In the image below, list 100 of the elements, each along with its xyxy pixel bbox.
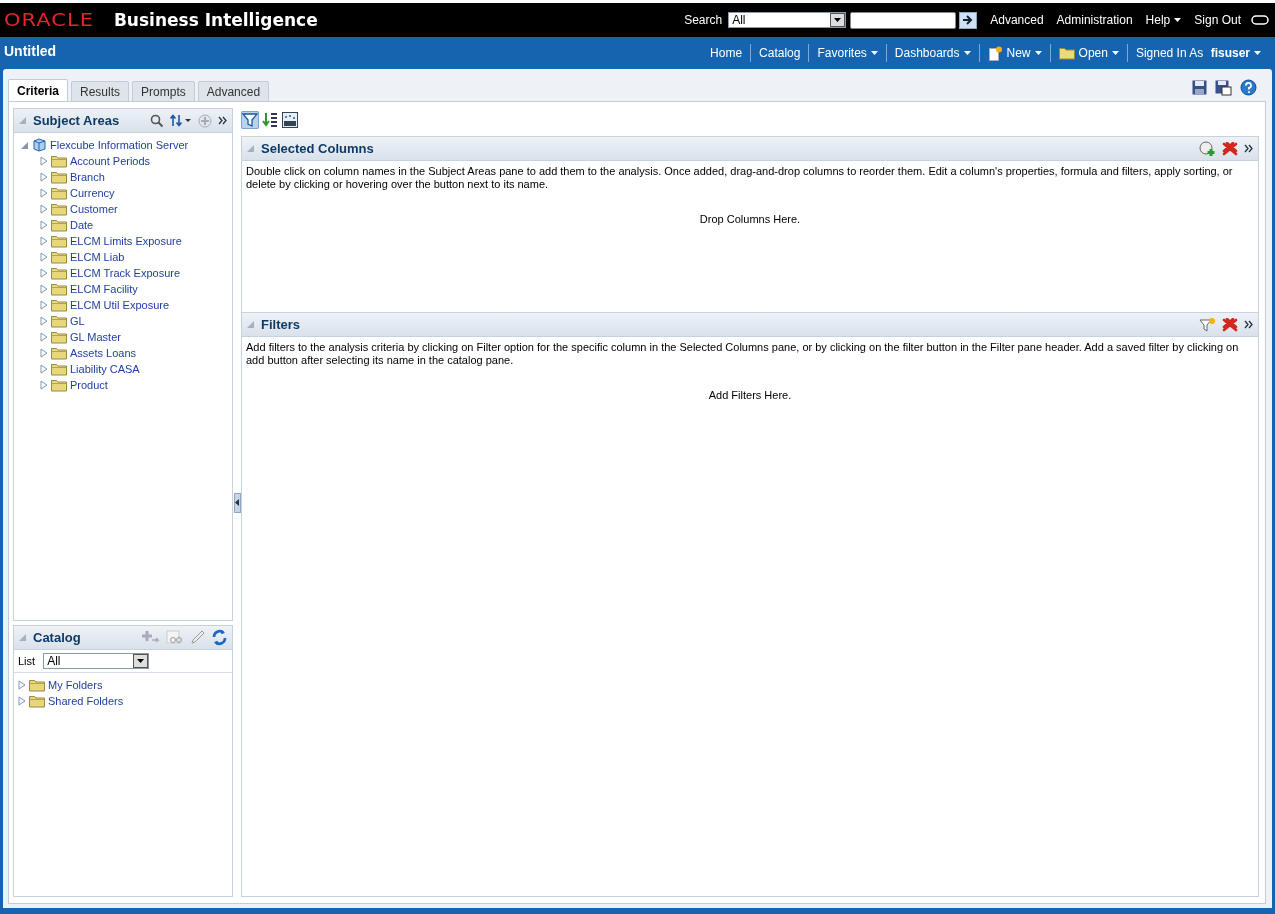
expand-triangle-icon[interactable] <box>40 252 48 262</box>
pane-title: Subject Areas <box>33 113 120 128</box>
collapse-triangle-icon[interactable] <box>18 116 27 125</box>
sort-icon <box>262 112 278 128</box>
sort-arrows-icon[interactable] <box>170 114 192 127</box>
expand-triangle-icon[interactable] <box>40 300 48 310</box>
caret-icon <box>963 51 971 55</box>
expand-triangle-icon[interactable] <box>40 236 48 246</box>
toolbar-toggle[interactable] <box>281 111 299 129</box>
collapse-triangle-icon[interactable] <box>20 140 29 150</box>
tree-item[interactable]: Account Periods <box>70 155 151 167</box>
toolbar-toggle[interactable] <box>241 111 259 129</box>
add-filter-icon[interactable] <box>1199 316 1216 333</box>
tree-item[interactable]: GL <box>70 315 85 327</box>
expand-chevron-icon[interactable] <box>1244 144 1254 153</box>
drop-zone-hint: Add Filters Here. <box>707 389 793 401</box>
nav-link[interactable]: Favorites <box>808 44 886 62</box>
add-to-criteria-icon[interactable] <box>142 630 160 645</box>
add-icon[interactable] <box>198 113 212 128</box>
tree-item[interactable]: Product <box>70 379 108 391</box>
tree-item[interactable]: My Folders <box>48 679 103 691</box>
search-icon[interactable] <box>150 113 164 128</box>
folder-icon <box>29 694 45 708</box>
tab[interactable]: Criteria <box>8 79 69 102</box>
delete-icon[interactable] <box>1222 141 1238 156</box>
tree-item[interactable]: Branch <box>70 171 105 183</box>
pencil-icon[interactable] <box>190 630 205 645</box>
expand-triangle-icon[interactable] <box>40 220 48 230</box>
tree-item[interactable]: ELCM Track Exposure <box>70 267 181 279</box>
expand-triangle-icon[interactable] <box>40 156 48 166</box>
user-menu[interactable]: Signed In As fisuser <box>1126 44 1269 62</box>
expand-triangle-icon[interactable] <box>40 380 48 390</box>
search-field[interactable] <box>850 11 957 29</box>
expand-triangle-icon[interactable] <box>40 268 48 278</box>
folder-icon <box>51 170 67 184</box>
save-icon[interactable] <box>1191 79 1208 96</box>
pane-description: Add filters to the analysis criteria by clicking on Filter option for the specific column in the Selected Columns pane, or by clicking on the filter button in the Filter pane header. Add a saved filter by clicking on add button after selecting its name in the catalog pane. <box>246 341 1240 367</box>
search-go-button[interactable] <box>959 11 978 29</box>
folder-icon <box>51 202 67 216</box>
nav-link[interactable]: New <box>978 44 1050 62</box>
folder-icon <box>51 362 67 376</box>
tree-item[interactable]: Flexcube Information Server <box>50 139 189 151</box>
expand-triangle-icon[interactable] <box>40 172 48 182</box>
tab[interactable]: Results <box>71 81 130 102</box>
help-icon[interactable] <box>1239 78 1258 97</box>
folder-icon <box>51 250 67 264</box>
expand-triangle-icon[interactable] <box>40 348 48 358</box>
expand-triangle-icon[interactable] <box>18 680 26 690</box>
collapse-triangle-icon[interactable] <box>18 633 27 642</box>
folder-icon <box>51 154 67 168</box>
tab[interactable]: Advanced <box>197 81 270 102</box>
expand-triangle-icon[interactable] <box>40 284 48 294</box>
list-dropdown[interactable]: All <box>43 653 150 669</box>
folder-icon <box>51 186 67 200</box>
refresh-icon[interactable] <box>211 629 228 646</box>
expand-chevron-icon[interactable] <box>218 116 228 125</box>
tree-item[interactable]: Assets Loans <box>70 347 137 359</box>
expand-triangle-icon[interactable] <box>40 204 48 214</box>
folder-icon <box>51 298 67 312</box>
tree-item[interactable]: Customer <box>70 203 118 215</box>
expand-triangle-icon[interactable] <box>40 332 48 342</box>
delete-icon[interactable] <box>1222 317 1238 332</box>
header-link[interactable]: Advanced <box>990 13 1044 27</box>
collapse-triangle-icon[interactable] <box>246 320 255 329</box>
add-column-icon[interactable] <box>1199 140 1216 157</box>
caret-icon <box>1034 51 1042 55</box>
caret-icon <box>1111 51 1119 55</box>
nav-link[interactable]: Home <box>702 44 751 62</box>
tree-item[interactable]: ELCM Util Exposure <box>70 299 170 311</box>
toolbar-toggle[interactable] <box>261 111 279 129</box>
tab[interactable]: Prompts <box>132 81 195 102</box>
tree-item[interactable]: Shared Folders <box>48 695 124 707</box>
tree-item[interactable]: Currency <box>70 187 115 199</box>
nav-link[interactable]: Dashboards <box>885 44 979 62</box>
tree-item[interactable]: Date <box>70 219 94 231</box>
tree-item[interactable]: Liability CASA <box>70 363 140 375</box>
header-link[interactable]: Help <box>1145 13 1182 27</box>
header-link[interactable]: Administration <box>1056 13 1133 27</box>
tree-item[interactable]: ELCM Facility <box>70 283 138 295</box>
folder-icon <box>51 234 67 248</box>
tree-item[interactable]: GL Master <box>70 331 121 343</box>
collapse-triangle-icon[interactable] <box>246 144 255 153</box>
header-link[interactable]: Sign Out <box>1194 13 1241 27</box>
tree-item[interactable]: ELCM Liab <box>70 251 125 263</box>
drop-zone-hint: Drop Columns Here. <box>698 213 802 225</box>
expand-triangle-icon[interactable] <box>40 188 48 198</box>
collapse-pane-handle[interactable] <box>233 492 241 513</box>
nav-link[interactable]: Catalog <box>750 44 809 62</box>
folder-icon <box>51 346 67 360</box>
save-as-icon[interactable] <box>1214 78 1233 97</box>
expand-triangle-icon[interactable] <box>40 316 48 326</box>
glasses-icon[interactable] <box>166 630 184 645</box>
nav-link[interactable]: Open <box>1049 44 1127 62</box>
expand-triangle-icon[interactable] <box>18 696 26 706</box>
search-scope-dropdown[interactable]: All <box>728 12 847 28</box>
expand-chevron-icon[interactable] <box>1244 320 1254 329</box>
folder-icon <box>51 378 67 392</box>
page-title: Untitled <box>4 43 57 59</box>
tree-item[interactable]: ELCM Limits Exposure <box>70 235 182 247</box>
expand-triangle-icon[interactable] <box>40 364 48 374</box>
